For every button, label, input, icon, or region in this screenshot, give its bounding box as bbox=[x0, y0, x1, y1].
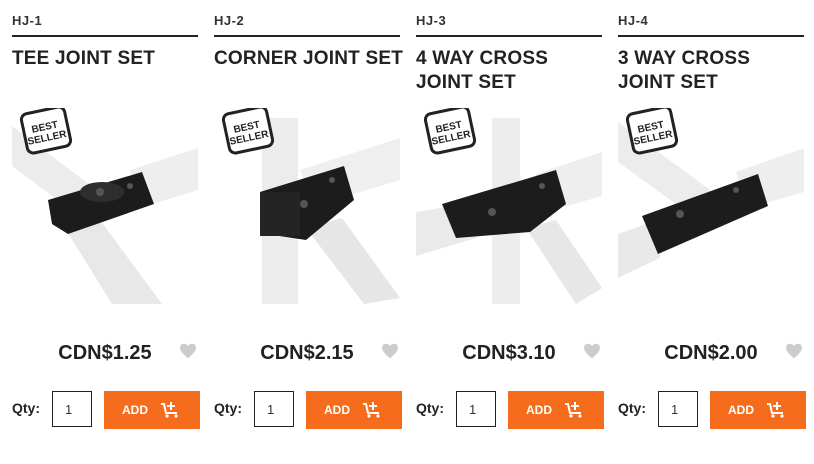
cart-add-icon bbox=[363, 402, 380, 418]
heart-icon[interactable] bbox=[583, 343, 601, 359]
product-name[interactable]: CORNER JOINT SET bbox=[214, 47, 404, 71]
product-price: CDN$2.00 bbox=[664, 342, 758, 364]
add-to-cart-button[interactable]: ADD bbox=[710, 391, 806, 429]
divider bbox=[618, 35, 804, 37]
product-image[interactable]: BEST SELLER bbox=[12, 108, 198, 304]
divider bbox=[214, 35, 400, 37]
qty-label: Qty: bbox=[214, 400, 242, 416]
product-card: HJ-4 3 WAY CROSS JOINT SET BEST SELLER C… bbox=[618, 0, 806, 464]
qty-label: Qty: bbox=[416, 400, 444, 416]
add-to-cart-button[interactable]: ADD bbox=[104, 391, 200, 429]
qty-input[interactable] bbox=[52, 391, 92, 427]
qty-input[interactable] bbox=[658, 391, 698, 427]
divider bbox=[12, 35, 198, 37]
product-name[interactable]: 3 WAY CROSS JOINT SET bbox=[618, 47, 808, 95]
heart-icon[interactable] bbox=[179, 343, 197, 359]
heart-icon[interactable] bbox=[381, 343, 399, 359]
qty-input[interactable] bbox=[456, 391, 496, 427]
product-card: HJ-1 TEE JOINT SET BEST SELLER CDN$1.25 … bbox=[12, 0, 200, 464]
product-price: CDN$2.15 bbox=[260, 342, 354, 364]
product-name[interactable]: TEE JOINT SET bbox=[12, 47, 202, 71]
product-sku: HJ-1 bbox=[12, 13, 43, 28]
product-image[interactable]: BEST SELLER bbox=[618, 108, 804, 304]
add-to-cart-button[interactable]: ADD bbox=[508, 391, 604, 429]
cart-add-icon bbox=[161, 402, 178, 418]
qty-label: Qty: bbox=[618, 400, 646, 416]
product-card: HJ-3 4 WAY CROSS JOINT SET BEST SELLER C… bbox=[416, 0, 604, 464]
qty-label: Qty: bbox=[12, 400, 40, 416]
product-sku: HJ-3 bbox=[416, 13, 447, 28]
add-button-label: ADD bbox=[526, 403, 552, 417]
cart-add-icon bbox=[565, 402, 582, 418]
product-price: CDN$3.10 bbox=[462, 342, 556, 364]
product-sku: HJ-2 bbox=[214, 13, 245, 28]
product-sku: HJ-4 bbox=[618, 13, 649, 28]
add-button-label: ADD bbox=[122, 403, 148, 417]
add-to-cart-button[interactable]: ADD bbox=[306, 391, 402, 429]
product-image[interactable]: BEST SELLER bbox=[214, 108, 400, 304]
add-button-label: ADD bbox=[324, 403, 350, 417]
product-card: HJ-2 CORNER JOINT SET BEST SELLER CDN$2.… bbox=[214, 0, 403, 464]
product-name[interactable]: 4 WAY CROSS JOINT SET bbox=[416, 47, 606, 95]
cart-add-icon bbox=[767, 402, 784, 418]
product-image[interactable]: BEST SELLER bbox=[416, 108, 602, 304]
product-price: CDN$1.25 bbox=[58, 342, 152, 364]
divider bbox=[416, 35, 602, 37]
qty-input[interactable] bbox=[254, 391, 294, 427]
add-button-label: ADD bbox=[728, 403, 754, 417]
heart-icon[interactable] bbox=[785, 343, 803, 359]
